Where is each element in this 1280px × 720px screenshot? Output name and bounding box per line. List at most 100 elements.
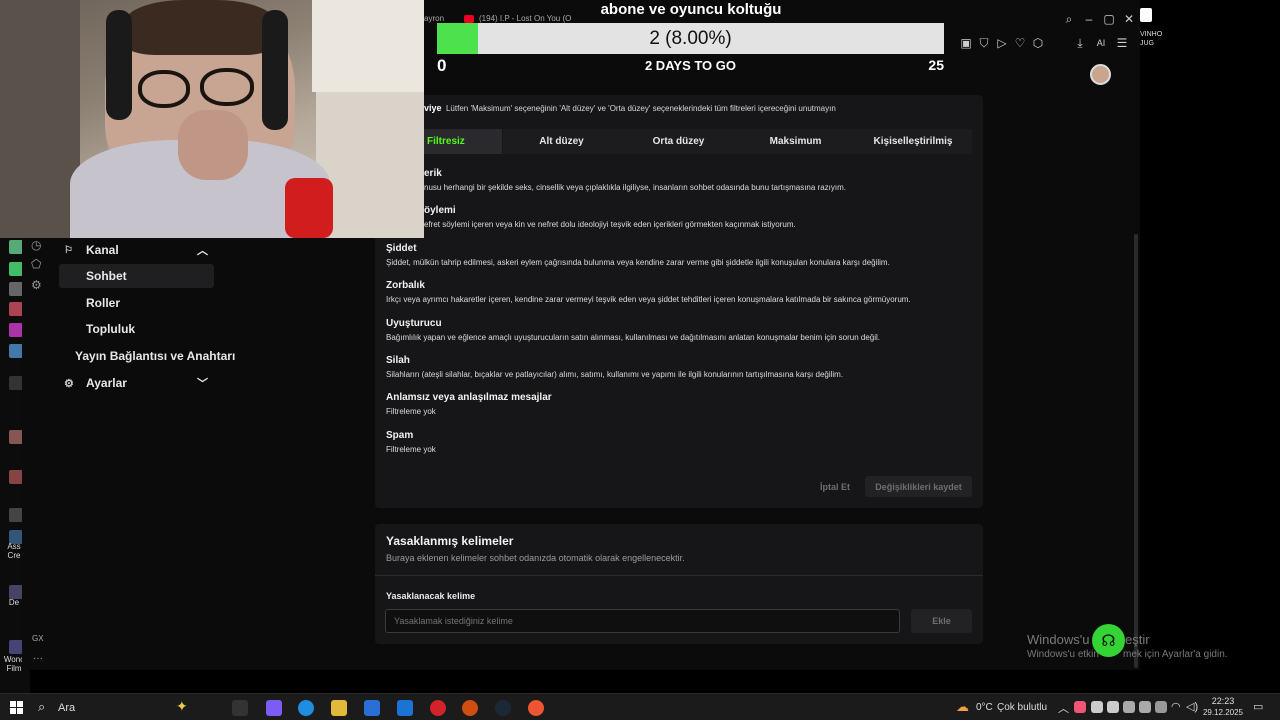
- logo-icon: [1140, 8, 1152, 22]
- weather-icon: ☁: [956, 699, 969, 714]
- desktop-app-icon[interactable]: [9, 508, 23, 522]
- filter-heading: viye Lütfen 'Maksimum' seçeneğinin 'Alt …: [424, 103, 836, 113]
- sidebar-item-yayin[interactable]: Yayın Bağlantısı ve Anahtarı: [59, 344, 235, 368]
- tray-icon[interactable]: [1139, 701, 1151, 713]
- ai-icon[interactable]: AI: [1091, 36, 1111, 50]
- search-icon[interactable]: ⌕: [1062, 12, 1076, 26]
- support-icon[interactable]: ☊: [1092, 624, 1125, 657]
- tab-maksimum[interactable]: Maksimum: [737, 129, 854, 154]
- tray-icon[interactable]: [1123, 701, 1135, 713]
- sidebar-item-topluluk[interactable]: Topluluk: [59, 317, 213, 341]
- sidebar-item-ayarlar[interactable]: ⚙ Ayarlar ﹀: [59, 371, 214, 395]
- hair: [125, 0, 275, 55]
- store-icon[interactable]: [364, 700, 380, 716]
- maximize-icon[interactable]: ▢: [1102, 12, 1116, 26]
- desktop-app-icon[interactable]: [9, 240, 23, 254]
- banned-label: Yasaklanacak kelime: [386, 591, 476, 601]
- microphone: [285, 178, 333, 238]
- tab-alt-duzey[interactable]: Alt düzey: [503, 129, 620, 154]
- opera-icon[interactable]: [430, 700, 446, 716]
- notification-icon[interactable]: ▭: [1253, 700, 1263, 713]
- menu-icon[interactable]: ☰: [1115, 36, 1129, 50]
- play-icon[interactable]: ▷: [995, 36, 1009, 50]
- extensions-icon[interactable]: ⬡: [1031, 36, 1045, 50]
- search-icon[interactable]: ⌕: [38, 699, 45, 715]
- opera-gx-icon[interactable]: [462, 700, 478, 716]
- desktop-app-icon[interactable]: [9, 430, 23, 444]
- side-label: VINHO: [1140, 31, 1163, 38]
- task-view-icon[interactable]: [232, 700, 248, 716]
- sidebar-item-kanal[interactable]: ⚐ Kanal ︿: [59, 238, 214, 262]
- desktop-app-icon[interactable]: [9, 585, 23, 599]
- edge-icon[interactable]: [298, 700, 314, 716]
- chevron-down-icon: ﹀: [197, 378, 208, 390]
- more-icon[interactable]: ···: [33, 653, 43, 664]
- desktop-app-icon[interactable]: [9, 302, 23, 316]
- clock-icon[interactable]: ◷: [31, 238, 45, 252]
- tab-orta-duzey[interactable]: Orta düzey: [620, 129, 737, 154]
- windows-start-icon[interactable]: [10, 701, 23, 714]
- weather-desc[interactable]: Çok bulutlu: [997, 702, 1047, 713]
- desktop-app-icon[interactable]: [9, 262, 23, 276]
- gear-icon[interactable]: ⚙: [31, 278, 45, 292]
- goal-max: 25: [928, 57, 944, 73]
- microphone-icon[interactable]: [1155, 701, 1167, 713]
- volume-icon[interactable]: ◁): [1186, 700, 1198, 713]
- category-title: Silah: [386, 355, 410, 366]
- banned-word-input[interactable]: [385, 609, 900, 633]
- channel-icon: ⚐: [64, 244, 73, 256]
- category-desc: efret söylemi içeren veya kin ve nefret …: [424, 220, 796, 229]
- desktop-app-icon[interactable]: [9, 470, 23, 484]
- wifi-icon[interactable]: ◠: [1171, 700, 1181, 713]
- tab-filtresiz[interactable]: Filtresiz: [424, 129, 502, 154]
- taskbar: ⌕ Ara ✦ ☁ 0°C Çok bulutlu ︿ ◠ ◁) 22:23 2…: [0, 693, 1280, 720]
- steam-icon[interactable]: [495, 700, 511, 716]
- desktop-app-icon[interactable]: [9, 323, 23, 337]
- goal-progress-text: 2 (8.00%): [649, 28, 732, 49]
- desktop-app-icon[interactable]: [9, 282, 23, 296]
- minimize-icon[interactable]: –: [1082, 12, 1096, 26]
- avatar[interactable]: [1090, 64, 1111, 85]
- community-icon[interactable]: ⬠: [31, 257, 45, 271]
- clock-time[interactable]: 22:23: [1203, 696, 1243, 706]
- activation-watermark: Windows'u: [1027, 632, 1090, 647]
- category-desc: Filtreleme yok: [386, 445, 436, 454]
- desktop-app-icon[interactable]: [9, 344, 23, 358]
- category-desc: Filtreleme yok: [386, 407, 436, 416]
- chevron-up-icon: ︿: [197, 245, 208, 257]
- add-button[interactable]: Ekle: [911, 609, 972, 633]
- category-title: öylemi: [424, 205, 456, 216]
- screenshot-icon[interactable]: ▣: [959, 36, 973, 50]
- clock-date[interactable]: 29.12.2025: [1200, 708, 1246, 717]
- sidebar-item-sohbet[interactable]: Sohbet: [59, 264, 214, 288]
- weather-temp[interactable]: 0°C: [976, 702, 993, 713]
- sidebar-item-label: Yayın Bağlantısı ve Anahtarı: [75, 349, 236, 363]
- outlook-icon[interactable]: [397, 700, 413, 716]
- sidebar-item-label: Topluluk: [86, 322, 136, 336]
- folder-icon[interactable]: [331, 700, 347, 716]
- glasses-left: [138, 70, 190, 108]
- tray-icon[interactable]: [1074, 701, 1086, 713]
- sidebar-item-label: Kanal: [86, 243, 119, 257]
- download-icon[interactable]: ⤓: [1073, 36, 1087, 50]
- scrollbar[interactable]: [1134, 234, 1138, 668]
- tray-icon[interactable]: [1091, 701, 1103, 713]
- headphone-left: [106, 10, 132, 120]
- sidebar-item-roller[interactable]: Roller: [59, 291, 213, 315]
- desktop-app-icon[interactable]: [9, 640, 23, 654]
- tray-icon[interactable]: [1107, 701, 1119, 713]
- sidebar-item-label: Sohbet: [86, 269, 127, 283]
- taskbar-search[interactable]: Ara: [58, 702, 75, 714]
- copilot-icon[interactable]: [266, 700, 282, 716]
- category-title: Şiddet: [386, 243, 417, 254]
- close-icon[interactable]: ✕: [1122, 12, 1136, 26]
- category-desc: Şiddet, mülkün tahrip edilmesi, askeri e…: [386, 258, 890, 267]
- tab-kisisellestirilmis[interactable]: Kişiselleştirilmiş: [854, 129, 972, 154]
- chevron-up-icon[interactable]: ︿: [1058, 700, 1069, 716]
- cancel-button[interactable]: İptal Et: [812, 476, 858, 497]
- desktop-app-icon[interactable]: [9, 376, 23, 390]
- app-icon[interactable]: [528, 700, 544, 716]
- heart-icon[interactable]: ♡: [1013, 36, 1027, 50]
- shield-icon[interactable]: ⛉: [977, 36, 991, 50]
- save-button[interactable]: Değişiklikleri kaydet: [865, 476, 972, 497]
